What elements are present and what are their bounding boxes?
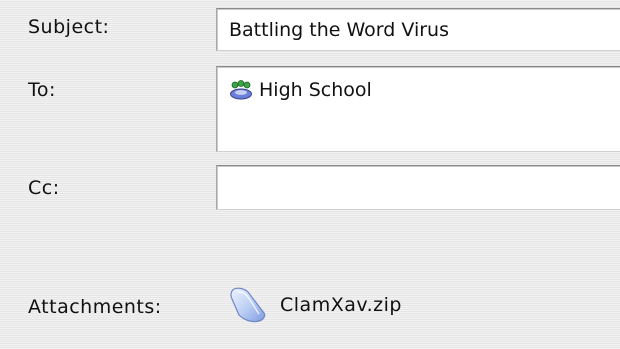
to-field[interactable]: High School [216, 66, 620, 152]
to-label: To: [28, 79, 56, 101]
attachment-filename: ClamXav.zip [280, 294, 402, 316]
cc-field[interactable] [216, 165, 620, 210]
subject-label: Subject: [28, 16, 110, 38]
cc-label: Cc: [28, 177, 60, 199]
subject-field[interactable]: Battling the Word Virus [216, 8, 620, 51]
recipient-name: High School [259, 79, 372, 101]
zip-file-icon [226, 283, 270, 327]
recipient-token[interactable]: High School [229, 79, 372, 101]
subject-value: Battling the Word Virus [229, 19, 449, 41]
attachments-label: Attachments: [28, 296, 162, 318]
group-icon [229, 80, 253, 100]
attachment-item[interactable]: ClamXav.zip [226, 283, 402, 327]
